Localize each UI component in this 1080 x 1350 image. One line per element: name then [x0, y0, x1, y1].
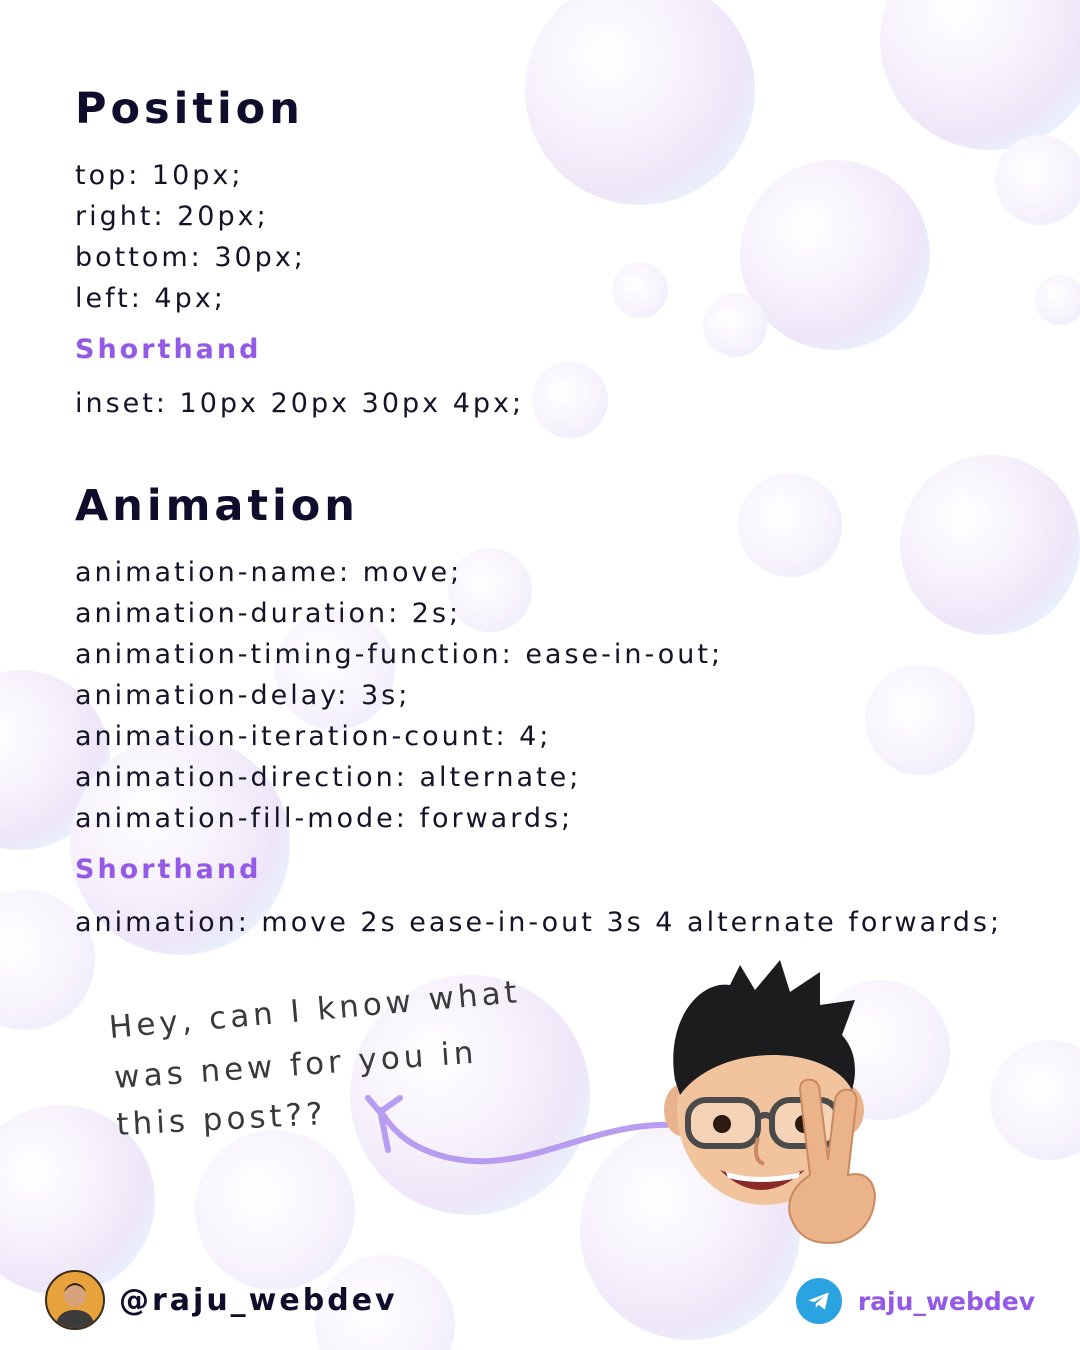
animation-line-delay: animation-delay: 3s;	[75, 680, 411, 711]
position-title: Position	[75, 84, 304, 134]
author-handle[interactable]: @raju_webdev	[119, 1283, 398, 1318]
avatar[interactable]	[45, 1270, 105, 1330]
telegram-footer: raju_webdev	[795, 1278, 1035, 1324]
note-line-3: this post??	[116, 1096, 328, 1143]
animation-line-direction: animation-direction: alternate;	[75, 762, 582, 793]
animation-shorthand-label: Shorthand	[75, 854, 262, 885]
animation-shorthand-code: animation: move 2s ease-in-out 3s 4 alte…	[75, 907, 1003, 938]
arrow-icon	[365, 1095, 683, 1165]
position-properties: top: 10px; right: 20px; bottom: 30px; le…	[75, 155, 306, 319]
animation-line-timing: animation-timing-function: ease-in-out;	[75, 639, 724, 670]
position-line-top: top: 10px;	[75, 160, 244, 191]
telegram-handle[interactable]: raju_webdev	[858, 1287, 1035, 1316]
position-line-right: right: 20px;	[75, 201, 269, 232]
position-shorthand-label: Shorthand	[75, 334, 262, 365]
animation-line-iteration: animation-iteration-count: 4;	[75, 721, 552, 752]
telegram-icon[interactable]	[795, 1278, 842, 1324]
animation-title: Animation	[75, 481, 359, 531]
position-line-left: left: 4px;	[75, 283, 226, 314]
animation-line-duration: animation-duration: 2s;	[75, 598, 462, 629]
memoji-peace-sign	[664, 960, 877, 1244]
animation-properties: animation-name: move; animation-duration…	[75, 552, 723, 839]
animation-line-fill-mode: animation-fill-mode: forwards;	[75, 803, 574, 834]
position-line-bottom: bottom: 30px;	[75, 242, 306, 273]
animation-line-name: animation-name: move;	[75, 557, 463, 588]
author-footer: @raju_webdev	[45, 1270, 398, 1330]
position-shorthand-code: inset: 10px 20px 30px 4px;	[75, 388, 525, 419]
avatar-portrait-icon	[55, 1283, 95, 1328]
